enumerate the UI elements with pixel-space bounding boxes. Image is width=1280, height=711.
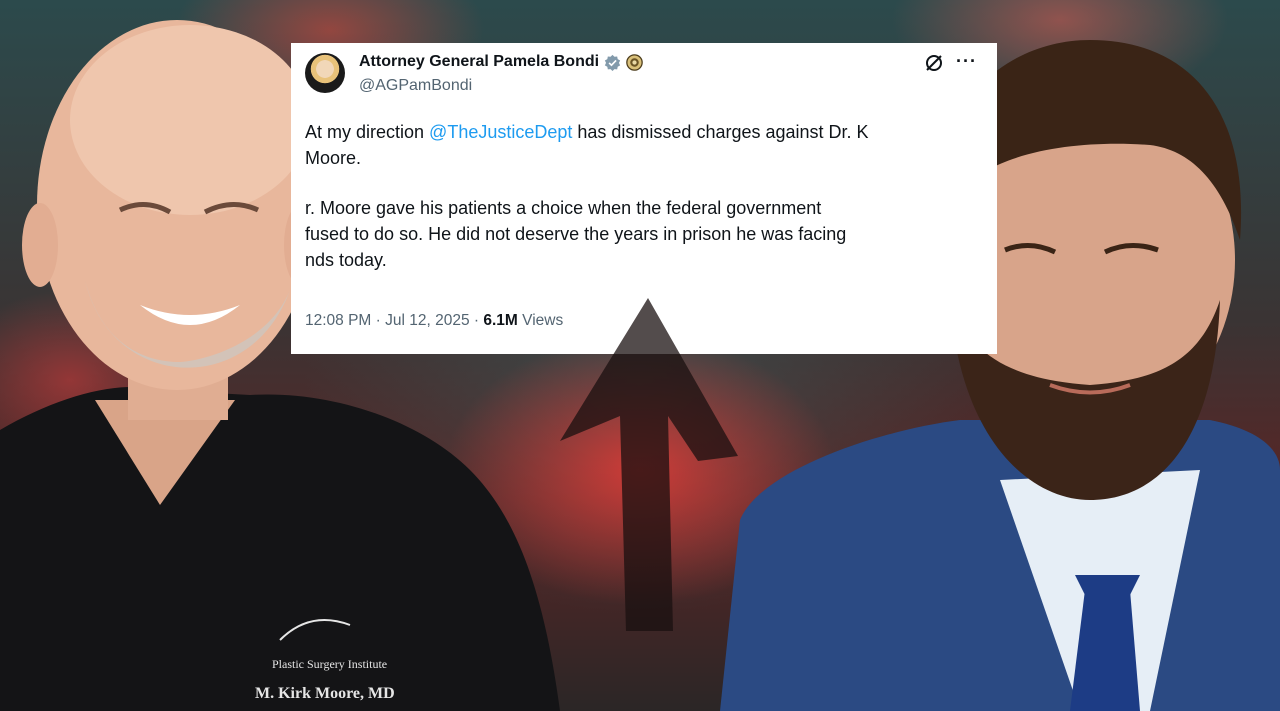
profile-avatar[interactable] <box>305 53 345 93</box>
more-options-icon[interactable]: ··· <box>956 51 977 72</box>
author-name-row: Attorney General Pamela Bondi <box>359 53 643 71</box>
svg-text:M. Kirk Moore, MD: M. Kirk Moore, MD <box>255 685 395 702</box>
tweet-paragraph-1: At my direction @TheJusticeDept has dism… <box>305 119 995 171</box>
svg-text:Plastic Surgery Institute: Plastic Surgery Institute <box>272 657 387 671</box>
mention-link[interactable]: @TheJusticeDept <box>429 122 572 142</box>
tweet-meta: 12:08 PM · Jul 12, 2025 · 6.1M Views <box>305 312 563 330</box>
author-handle[interactable]: @AGPamBondi <box>359 77 472 95</box>
views-count: 6.1M <box>483 312 518 329</box>
verified-check-icon <box>604 54 621 71</box>
tweet-timestamp[interactable]: 12:08 PM · Jul 12, 2025 · <box>305 312 483 329</box>
tweet-paragraph-2: r. Moore gave his patients a choice when… <box>305 198 847 270</box>
up-arrow-icon <box>560 298 738 631</box>
government-seal-icon <box>626 53 643 71</box>
tweet-body: At my direction @TheJusticeDept has dism… <box>305 119 995 297</box>
paragraph1-prefix: At my direction <box>305 122 430 142</box>
display-name[interactable]: Attorney General Pamela Bondi <box>359 53 599 71</box>
grok-icon[interactable] <box>924 53 944 73</box>
